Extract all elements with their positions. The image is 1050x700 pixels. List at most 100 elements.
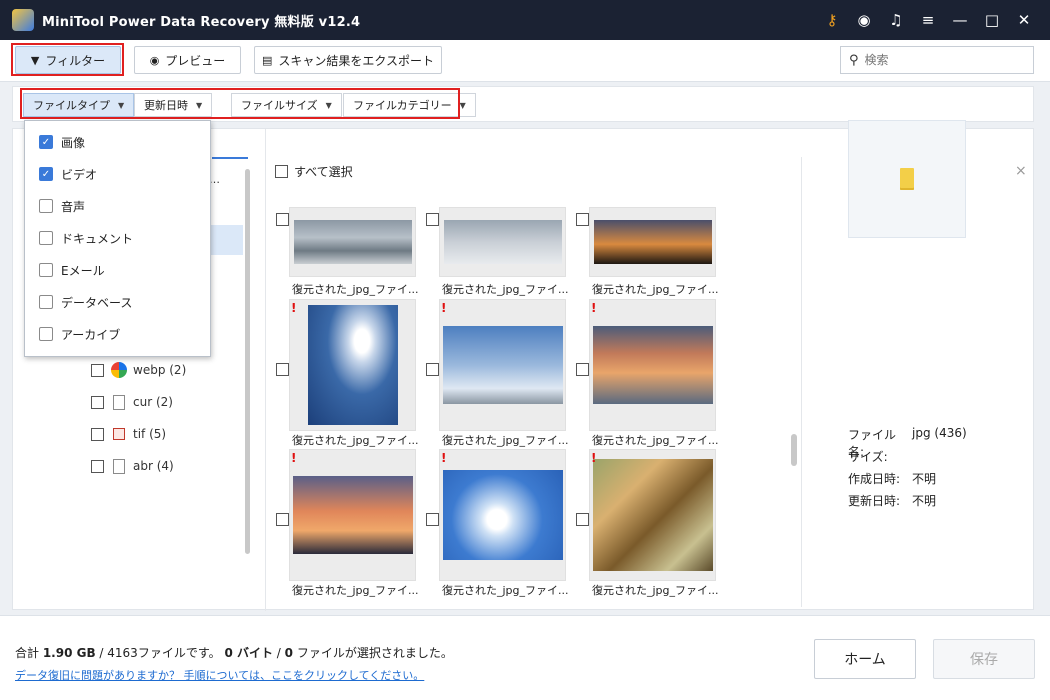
thumbnail-checkbox[interactable] <box>576 513 589 526</box>
tree-tab-indicator <box>212 157 248 159</box>
unchecked-checkbox-icon[interactable] <box>39 231 53 245</box>
thumbnail-image <box>593 220 712 264</box>
file-type-option[interactable]: ✓ ビデオ <box>39 164 97 184</box>
export-button[interactable]: ▤ スキャン結果をエクスポート <box>254 46 442 74</box>
thumbnail-checkbox[interactable] <box>576 213 589 226</box>
thumbnail-caption: 復元された_jpg_ファイ... <box>592 584 719 597</box>
headphones-icon[interactable]: ♫ <box>880 0 912 40</box>
disc-icon[interactable]: ◉ <box>848 0 880 40</box>
close-preview-icon[interactable]: × <box>1015 163 1027 179</box>
file-type-option[interactable]: アーカイブ <box>39 324 120 344</box>
key-icon[interactable]: ⚷ <box>816 0 848 40</box>
status-bar: 合計 1.90 GB / 4163ファイルです。 0 バイト / 0 ファイルが… <box>0 615 1050 700</box>
unchecked-checkbox-icon[interactable] <box>39 199 53 213</box>
thumbnail-image <box>293 220 412 264</box>
thumbnail-checkbox[interactable] <box>576 363 589 376</box>
thumbnail-checkbox[interactable] <box>426 513 439 526</box>
thumbnail-caption: 復元された_jpg_ファイ... <box>292 584 419 597</box>
file-type-option[interactable]: 音声 <box>39 196 85 216</box>
preview-button[interactable]: ◉ プレビュー <box>134 46 241 74</box>
search-box[interactable]: ⚲ <box>840 46 1034 74</box>
tree-item[interactable]: tif (5) <box>91 423 166 445</box>
file-thumbnail[interactable] <box>439 449 566 581</box>
file-thumbnail[interactable] <box>589 299 716 431</box>
thumbnail-checkbox[interactable] <box>276 213 289 226</box>
grid-scroll-track <box>801 157 802 607</box>
unchecked-checkbox-icon[interactable] <box>39 263 53 277</box>
detail-key: 更新日時: <box>848 494 901 508</box>
tree-item-label: webp (2) <box>133 363 187 377</box>
category-label: ファイルカテゴリー <box>353 99 452 112</box>
file-thumbnail[interactable] <box>289 449 416 581</box>
thumbnail-caption: 復元された_jpg_ファイ... <box>442 584 569 597</box>
grid-scrollbar[interactable] <box>791 434 797 466</box>
thumbnail-checkbox[interactable] <box>426 213 439 226</box>
close-icon[interactable]: ✕ <box>1008 0 1040 40</box>
file-type-dropdown-menu: ✓ 画像 ✓ ビデオ音声ドキュメント Eメールデータベース アーカイブ <box>24 120 211 357</box>
file-type-dropdown[interactable]: ファイルタイプ ▼ <box>23 93 135 117</box>
file-thumbnail[interactable] <box>589 449 716 581</box>
file-category-dropdown[interactable]: ファイルカテゴリー ▼ <box>343 93 476 117</box>
file-thumbnail[interactable] <box>589 207 716 277</box>
thumbnail-checkbox[interactable] <box>426 363 439 376</box>
file-size-label: ファイルサイズ <box>241 99 318 112</box>
thumbnail-checkbox[interactable] <box>276 513 289 526</box>
modified-date-dropdown[interactable]: 更新日時 ▼ <box>134 93 213 117</box>
select-all[interactable]: すべて選択 <box>275 163 353 180</box>
file-type-option[interactable]: ✓ 画像 <box>39 132 85 152</box>
export-icon: ▤ <box>261 53 273 67</box>
thumbnail-image <box>307 305 398 425</box>
tree-item-checkbox[interactable] <box>91 427 104 441</box>
warning-icon: ! <box>291 301 297 315</box>
file-type-option[interactable]: Eメール <box>39 260 105 280</box>
filter-icon: ▼ <box>30 53 40 67</box>
tree-selected-highlight <box>211 225 243 255</box>
tree-scrollbar[interactable] <box>245 169 250 554</box>
file-type-option[interactable]: データベース <box>39 292 132 312</box>
filter-button[interactable]: ▼ フィルター <box>15 46 121 74</box>
search-input[interactable] <box>864 53 1015 67</box>
file-thumbnail[interactable] <box>439 207 566 277</box>
thumbnail-image <box>442 326 563 404</box>
tree-item-checkbox[interactable] <box>91 363 104 377</box>
file-thumbnail[interactable] <box>439 299 566 431</box>
file-type-option-label: ビデオ <box>61 167 98 182</box>
detail-value: jpg (436) <box>912 426 967 440</box>
help-link[interactable]: データ復旧に問題がありますか？ 手順については、ここをクリックしてください。 <box>15 667 424 683</box>
tree-item[interactable]: webp (2) <box>91 359 186 381</box>
thumbnail-caption: 復元された_jpg_ファイ... <box>292 283 419 296</box>
checked-checkbox-icon[interactable]: ✓ <box>39 167 53 181</box>
unchecked-checkbox-icon[interactable] <box>39 327 53 341</box>
save-button[interactable]: 保存 <box>933 639 1035 679</box>
thumbnail-caption: 復元された_jpg_ファイ... <box>592 434 719 447</box>
select-all-checkbox[interactable] <box>275 165 288 178</box>
minimize-icon[interactable]: — <box>944 0 976 40</box>
preview-label: プレビュー <box>165 53 226 68</box>
detail-row: 更新日時: 不明 <box>848 492 936 509</box>
file-type-option-label: 画像 <box>61 135 86 150</box>
chevron-down-icon: ▼ <box>325 100 332 110</box>
tree-item[interactable]: abr (4) <box>91 455 174 477</box>
tree-item-checkbox[interactable] <box>91 395 104 409</box>
detail-value: 不明 <box>912 494 937 508</box>
thumbnail-checkbox[interactable] <box>276 363 289 376</box>
file-thumbnail[interactable] <box>289 207 416 277</box>
file-type-option[interactable]: ドキュメント <box>39 228 133 248</box>
title-bar: MiniTool Power Data Recovery 無料版 v12.4 ⚷… <box>0 0 1050 40</box>
checked-checkbox-icon[interactable]: ✓ <box>39 135 53 149</box>
unchecked-checkbox-icon[interactable] <box>39 295 53 309</box>
detail-value: 不明 <box>912 472 937 486</box>
tree-item-checkbox[interactable] <box>91 459 104 473</box>
file-size-dropdown[interactable]: ファイルサイズ ▼ <box>231 93 342 117</box>
file-thumbnail[interactable] <box>289 299 416 431</box>
select-all-label: すべて選択 <box>294 165 353 179</box>
thumbnail-caption: 復元された_jpg_ファイ... <box>442 434 569 447</box>
thumbnail-image <box>592 326 713 404</box>
maximize-icon[interactable]: □ <box>976 0 1008 40</box>
tree-item-label: cur (2) <box>133 395 173 409</box>
app-logo <box>12 9 34 31</box>
menu-icon[interactable]: ≡ <box>912 0 944 40</box>
home-button[interactable]: ホーム <box>814 639 916 679</box>
thumbnail-caption: 復元された_jpg_ファイ... <box>592 283 719 296</box>
tree-item[interactable]: cur (2) <box>91 391 173 413</box>
